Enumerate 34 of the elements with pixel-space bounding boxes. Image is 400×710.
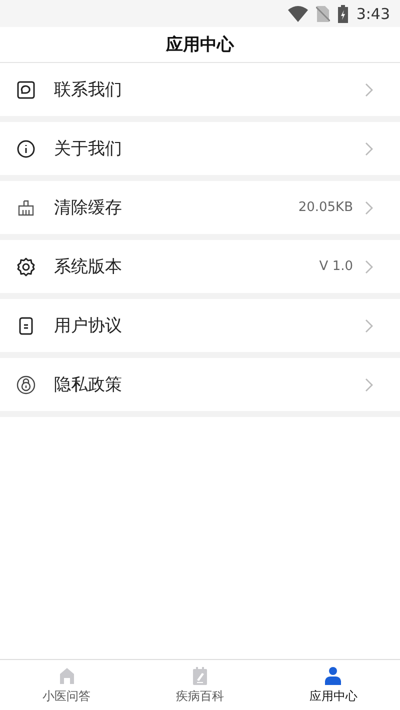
menu-item[interactable]: 隐私政策	[0, 358, 400, 411]
settings-icon	[16, 256, 36, 276]
person-icon	[323, 666, 344, 686]
chevron-right-icon	[365, 200, 373, 214]
menu-label: 联系我们	[54, 79, 123, 101]
chevron-right-icon	[365, 260, 373, 274]
no-sim-icon	[316, 6, 330, 22]
menu-label: 隐私政策	[54, 374, 123, 396]
chevron-right-icon	[365, 378, 373, 392]
info-icon	[16, 138, 36, 158]
menu-item[interactable]: 清除缓存 20.05KB	[0, 181, 400, 234]
tab[interactable]: 疾病百科	[133, 660, 267, 710]
menu-item[interactable]: 关于我们	[0, 122, 400, 175]
menu-label: 关于我们	[54, 138, 123, 160]
menu-value: V 1.0	[319, 259, 353, 274]
clock-time: 3:43	[356, 4, 390, 22]
tab[interactable]: 小医问答	[0, 660, 134, 710]
menu-item[interactable]: 联系我们	[0, 63, 400, 116]
wifi-icon	[288, 6, 308, 22]
broom-icon	[16, 198, 36, 218]
chevron-right-icon	[365, 318, 373, 332]
menu-item[interactable]: 用户协议	[0, 299, 400, 352]
menu-label: 清除缓存	[54, 197, 123, 219]
lock-icon	[16, 374, 36, 394]
page-title: 应用中心	[166, 34, 234, 56]
tab[interactable]: 应用中心	[266, 660, 400, 710]
menu-value: 20.05KB	[298, 200, 353, 215]
menu-item[interactable]: 系统版本 V 1.0	[0, 240, 400, 293]
chat-icon	[16, 80, 36, 100]
chevron-right-icon	[365, 82, 373, 96]
battery-icon	[338, 4, 348, 22]
menu-label: 系统版本	[54, 256, 123, 278]
chevron-right-icon	[365, 142, 373, 156]
menu-label: 用户协议	[54, 315, 123, 337]
